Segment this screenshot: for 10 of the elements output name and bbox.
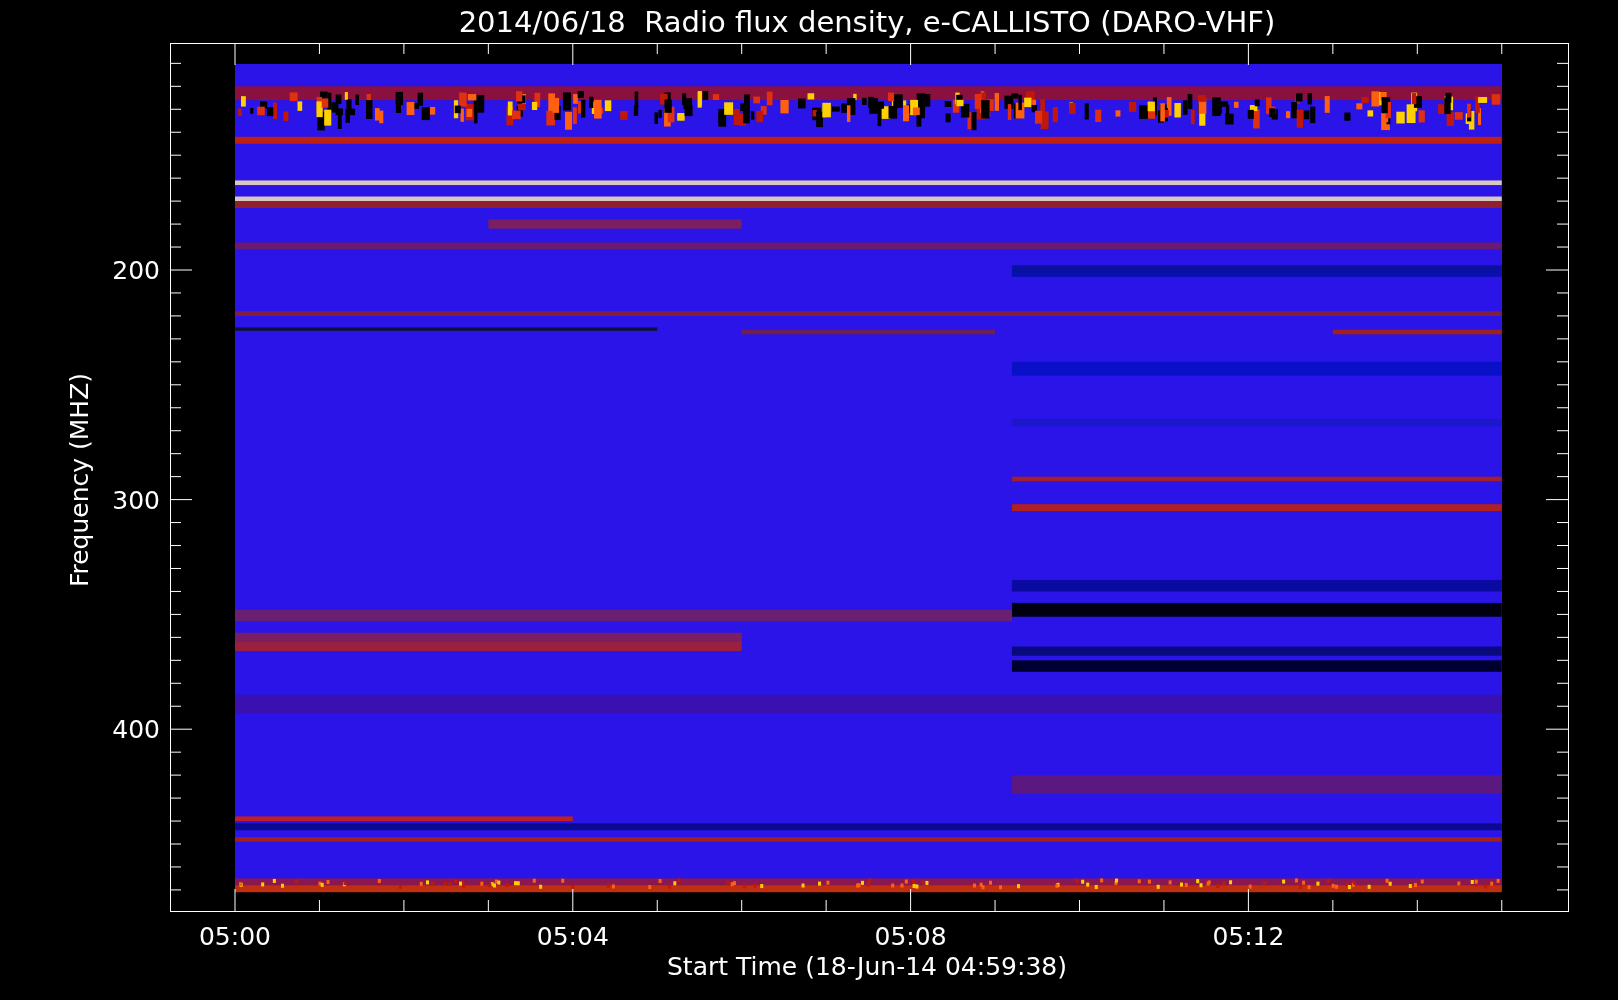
- chart-title: 2014/06/18 Radio flux density, e-CALLISTO (DARO-VHF): [458, 5, 1276, 39]
- y-tick-label: 300: [112, 485, 160, 515]
- y-tick-label: 400: [112, 715, 160, 745]
- x-axis-label: Start Time (18-Jun-14 04:59:38): [667, 952, 1067, 981]
- x-tick-label: 05:12: [1212, 922, 1285, 951]
- y-tick-label: 200: [112, 256, 160, 285]
- x-tick-label: 05:08: [874, 922, 947, 951]
- x-tick-label: 05:04: [536, 922, 609, 951]
- y-axis-label: Frequency (MHZ): [65, 372, 94, 588]
- x-tick-label: 05:00: [199, 922, 271, 951]
